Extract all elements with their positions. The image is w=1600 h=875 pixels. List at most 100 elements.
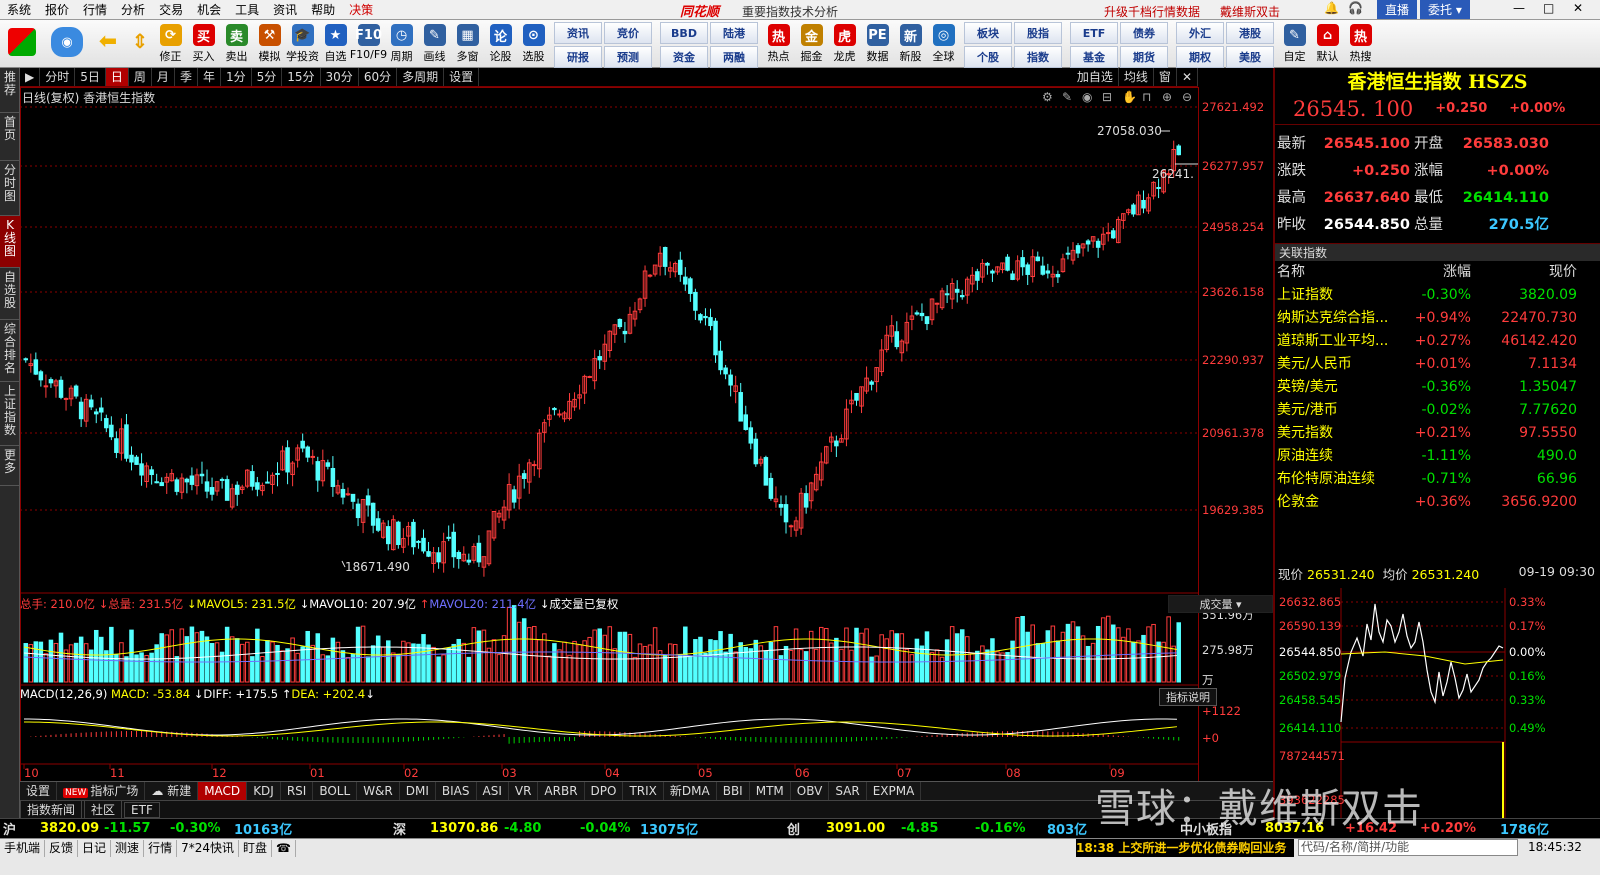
menu-2[interactable]: 行情	[76, 1, 114, 18]
period-tab-8[interactable]: 5分	[252, 68, 283, 86]
toolbar-grid-etf-3[interactable]: 期货	[1120, 46, 1168, 68]
toolbar-grid-fx-0[interactable]: 外汇	[1176, 22, 1224, 44]
period-tab-13[interactable]: 设置	[444, 68, 480, 86]
toolbar-grid-etf-1[interactable]: 债券	[1120, 22, 1168, 44]
toolbar-grid-etf-2[interactable]: 基金	[1070, 46, 1118, 68]
status-1-0[interactable]: 深	[393, 819, 406, 838]
play-icon[interactable]: ▶	[20, 68, 41, 86]
indicator-tab-13[interactable]: DPO	[585, 782, 624, 800]
indicator-help-button[interactable]: 指标说明	[1159, 688, 1217, 706]
bottom-item-0[interactable]: 手机端	[0, 839, 46, 857]
indicator-tab-0[interactable]: 设置	[20, 782, 58, 800]
toolbar-btn-2[interactable]: 卖卖出	[220, 20, 253, 68]
menu-8[interactable]: 帮助	[304, 1, 342, 18]
related-index-row[interactable]: 纳斯达克综合指... +0.94% 22470.730	[1275, 307, 1600, 330]
indicator-tab-18[interactable]: OBV	[791, 782, 830, 800]
toolbar-grid-fx-2[interactable]: 期权	[1176, 46, 1224, 68]
toolbar-grid-sector-0[interactable]: 板块	[964, 22, 1012, 44]
toolbar-btn3-2[interactable]: 热热搜	[1344, 20, 1377, 68]
toolbar-btn2-1[interactable]: 金掘金	[795, 20, 828, 68]
toolbar-btn2-4[interactable]: 新新股	[894, 20, 927, 68]
toolbar-btn-5[interactable]: ★ 自选	[319, 20, 352, 68]
toolbar-grid-sector-2[interactable]: 个股	[964, 46, 1012, 68]
toolbar-btn-4[interactable]: 🎓 学投资	[286, 20, 319, 68]
robot-assistant-icon[interactable]: ◉	[44, 20, 90, 68]
period-tab-9[interactable]: 15分	[282, 68, 321, 86]
menu-7[interactable]: 资讯	[266, 1, 304, 18]
toolbar-btn2-0[interactable]: 热热点	[762, 20, 795, 68]
indicator-tab-10[interactable]: ASI	[477, 782, 509, 800]
promo-link-2[interactable]: 戴维斯双击	[1220, 3, 1280, 20]
bottom-item-2[interactable]: 日记	[78, 839, 112, 857]
chart-right-tab-2[interactable]: 窗	[1154, 68, 1177, 86]
status-2-0[interactable]: 创	[787, 819, 800, 838]
toolbar-grid-fund-3[interactable]: 两融	[710, 46, 758, 68]
period-tab-11[interactable]: 60分	[359, 68, 398, 86]
close-icon[interactable]: ✕	[1177, 68, 1198, 86]
toolbar-btn-8[interactable]: ✎ 画线	[418, 20, 451, 68]
period-tab-4[interactable]: 月	[152, 68, 175, 86]
indicator-tab-5[interactable]: RSI	[281, 782, 314, 800]
toolbar-grid-news-1[interactable]: 竞价	[604, 22, 652, 44]
related-index-row[interactable]: 美元/人民币 +0.01% 7.1134	[1275, 353, 1600, 376]
indicator-tab-7[interactable]: W&R	[357, 782, 400, 800]
indicator-tab-3[interactable]: MACD	[198, 782, 248, 800]
indicator-tab-17[interactable]: MTM	[750, 782, 791, 800]
left-tab-6[interactable]: 上证指数	[0, 382, 20, 446]
toolbar-btn-11[interactable]: ⊙ 选股	[517, 20, 550, 68]
toolbar-btn-9[interactable]: ▦ 多窗	[451, 20, 484, 68]
chart-right-tab-0[interactable]: 加自选	[1072, 68, 1119, 86]
volume-selector[interactable]: 成交量 ▾	[1168, 595, 1273, 613]
toolbar-btn2-5[interactable]: ◎ 全球	[927, 20, 960, 68]
bottom-item-3[interactable]: 测速	[111, 839, 145, 857]
toolbar-grid-news-2[interactable]: 研报	[554, 46, 602, 68]
related-index-row[interactable]: 伦敦金 +0.36% 3656.9200	[1275, 491, 1600, 514]
left-tab-4[interactable]: 自选股	[0, 268, 20, 320]
news-ticker[interactable]: 18:38 上交所进一步优化债券购回业务	[1076, 839, 1294, 857]
period-tab-5[interactable]: 季	[175, 68, 198, 86]
period-tab-6[interactable]: 年	[198, 68, 221, 86]
toolbar-btn-6[interactable]: F10 F10/F9	[350, 20, 387, 68]
period-tab-0[interactable]: 分时	[40, 68, 76, 86]
toolbar-grid-news-3[interactable]: 预测	[604, 46, 652, 68]
up-down-arrows-icon[interactable]: ⇕	[126, 20, 154, 68]
period-tab-1[interactable]: 5日	[75, 68, 106, 86]
indicator-tab-14[interactable]: TRIX	[623, 782, 664, 800]
left-tab-1[interactable]: 首页	[0, 113, 20, 161]
menu-5[interactable]: 机会	[190, 1, 228, 18]
toolbar-grid-news-0[interactable]: 资讯	[554, 22, 602, 44]
indicator-tab-6[interactable]: BOLL	[313, 782, 358, 800]
toolbar-grid-etf-0[interactable]: ETF	[1070, 22, 1118, 44]
promo-link-1[interactable]: 升级千档行情数据	[1104, 3, 1200, 20]
toolbar-btn2-3[interactable]: PE 数据	[861, 20, 894, 68]
kline-chart-area[interactable]: 27621.492 26277.957 24958.254 23626.158 2229…	[20, 87, 1273, 822]
toolbar-grid-sector-1[interactable]: 股指	[1014, 22, 1062, 44]
related-index-row[interactable]: 原油连续 -1.11% 490.0	[1275, 445, 1600, 468]
related-index-row[interactable]: 道琼斯工业平均... +0.27% 46142.420	[1275, 330, 1600, 353]
indicator-tab-15[interactable]: 新DMA	[664, 782, 717, 800]
related-index-row[interactable]: 美元指数 +0.21% 97.5550	[1275, 422, 1600, 445]
indicator-tab-20[interactable]: EXPMA	[867, 782, 922, 800]
indicator-tab-4[interactable]: KDJ	[247, 782, 281, 800]
window-max-button[interactable]: □	[1535, 0, 1562, 19]
menu-1[interactable]: 报价	[38, 1, 76, 18]
news-tab-2[interactable]: ETF	[124, 801, 160, 818]
toolbar-btn-10[interactable]: 论论股	[484, 20, 517, 68]
menu-6[interactable]: 工具	[228, 1, 266, 18]
toolbar-grid-fx-1[interactable]: 港股	[1226, 22, 1274, 44]
toolbar-btn-7[interactable]: ◷ 周期	[385, 20, 418, 68]
news-tab-1[interactable]: 社区	[84, 800, 123, 819]
window-close-button[interactable]: ✕	[1565, 0, 1591, 19]
toolbar-btn2-2[interactable]: 虎龙虎	[828, 20, 861, 68]
period-tab-2[interactable]: 日	[105, 68, 129, 86]
period-tab-3[interactable]: 周	[129, 68, 152, 86]
toolbar-btn-1[interactable]: 买买入	[187, 20, 220, 68]
bottom-item-1[interactable]: 反馈	[45, 839, 79, 857]
trust-button[interactable]: 委托 ▾	[1420, 0, 1470, 19]
window-min-button[interactable]: —	[1505, 0, 1533, 19]
toolbar-grid-fund-0[interactable]: BBD	[660, 22, 708, 44]
status-0-0[interactable]: 沪	[3, 819, 16, 838]
indicator-tab-9[interactable]: BIAS	[436, 782, 477, 800]
toolbar-btn3-0[interactable]: ✎ 自定	[1278, 20, 1311, 68]
chart-right-tab-1[interactable]: 均线	[1119, 68, 1154, 86]
